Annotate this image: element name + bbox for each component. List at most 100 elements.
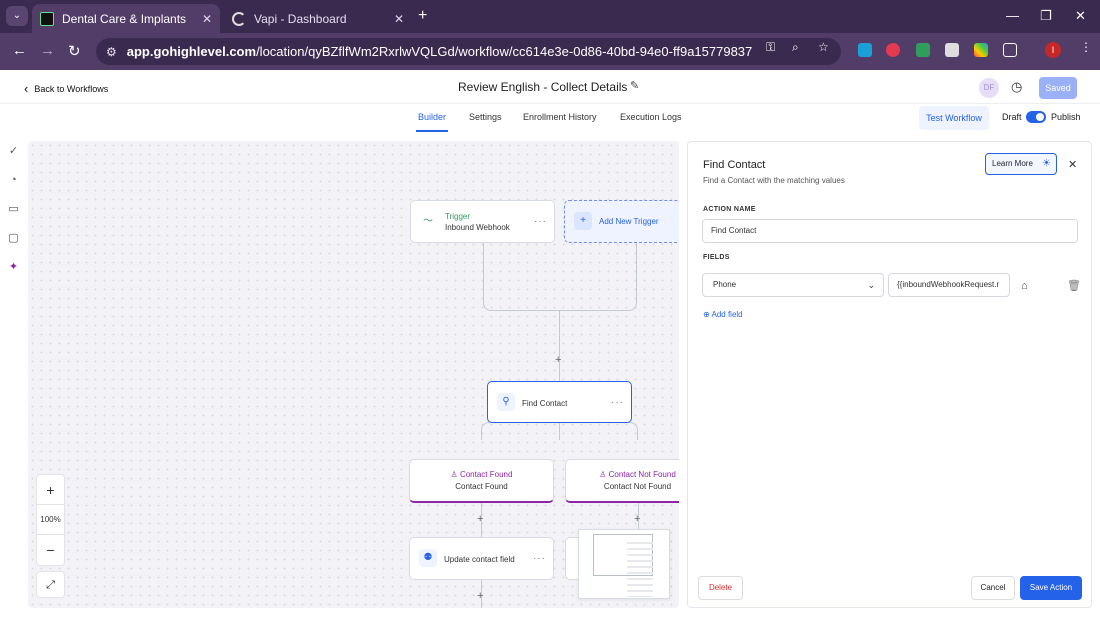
action-settings-panel: Find Contact Find a Contact with the mat… (687, 141, 1092, 608)
restore-icon[interactable]: ❐ (1040, 8, 1052, 24)
delete-button[interactable]: Delete (698, 576, 743, 600)
site-favicon-icon (40, 11, 54, 26)
branch-user-icon: ♙ (599, 470, 607, 479)
draft-label: Draft (1002, 112, 1022, 122)
tab-close-icon[interactable]: ✕ (202, 12, 212, 26)
profile-avatar[interactable]: I (1045, 42, 1061, 58)
back-arrow-icon[interactable]: ← (12, 42, 27, 59)
pie-chart-icon[interactable]: ◔ (7, 174, 20, 187)
chevron-left-icon: ‹ (24, 81, 29, 96)
save-action-button[interactable]: Save Action (1020, 576, 1082, 600)
workflow-header: ‹ Back to Workflows Review English - Col… (0, 70, 1100, 104)
trash-icon[interactable]: 🗑 (1067, 279, 1081, 292)
chrome-menu-icon[interactable]: ⋮ (1080, 40, 1092, 54)
check-circle-icon[interactable]: ✓ (7, 145, 20, 158)
extension-icon[interactable] (916, 43, 930, 57)
tab-builder[interactable]: Builder (415, 112, 449, 132)
branch-user-icon: ♙ (450, 470, 458, 479)
tab-search-chevron-icon[interactable]: ⌄ (6, 6, 28, 26)
minimap[interactable] (578, 529, 670, 599)
webhook-icon: 〜 (423, 216, 433, 227)
action-name-input[interactable]: Find Contact (702, 219, 1078, 243)
tab-title: Vapi - Dashboard (254, 11, 347, 26)
back-label: Back to Workflows (34, 83, 109, 94)
add-trigger-node[interactable]: + Add New Trigger (564, 200, 679, 243)
branch-contact-found[interactable]: ♙ Contact Found Contact Found (409, 459, 554, 503)
reload-icon[interactable]: ↻ (68, 42, 81, 60)
password-key-icon[interactable]: ⚿ (766, 40, 775, 55)
add-field-label: Add field (711, 310, 743, 319)
branch-title-text: Contact Not Found (608, 470, 676, 479)
trigger-node[interactable]: 〜 Trigger Inbound Webhook ··· (410, 200, 555, 243)
test-workflow-button[interactable]: Test Workflow (919, 106, 989, 130)
branch-title-text: Contact Found (459, 470, 513, 479)
browser-tab-bar: ⌄ Dental Care & Implants ✕ Vapi - Dashbo… (0, 0, 1100, 33)
saved-button[interactable]: Saved (1039, 77, 1077, 99)
edit-title-pencil-icon[interactable]: ✎ (630, 79, 639, 92)
tab-execution-logs[interactable]: Execution Logs (620, 112, 682, 122)
user-avatar[interactable]: DF (979, 78, 999, 98)
trigger-subtitle: Inbound Webhook (445, 223, 510, 232)
add-step-plus-icon[interactable]: + (634, 513, 640, 525)
close-icon[interactable]: ✕ (1068, 158, 1077, 171)
contact-edit-icon: ⚉ (419, 549, 437, 567)
more-options-icon[interactable]: ··· (534, 216, 547, 227)
version-history-icon[interactable]: ◷ (1011, 79, 1022, 95)
browser-tab-active[interactable]: Dental Care & Implants ✕ (32, 4, 220, 33)
custom-value-tag-icon[interactable]: ⌂ (1021, 280, 1028, 292)
site-info-icon[interactable]: ⚙ (106, 45, 117, 59)
add-field-link[interactable]: ⊕ Add field (703, 310, 743, 319)
zoom-out-icon[interactable]: − (37, 535, 64, 565)
publish-toggle[interactable] (1026, 111, 1046, 123)
branch-title: ♙ Contact Not Found (566, 470, 679, 479)
cancel-button[interactable]: Cancel (971, 576, 1015, 600)
action-name-label: ACTION NAME (703, 206, 756, 213)
update-contact-label: Update contact field (444, 555, 515, 564)
tab-close-icon[interactable]: ✕ (394, 12, 404, 26)
find-contact-node[interactable]: ⚲ Find Contact ··· (487, 381, 632, 423)
branch-subtitle: Contact Not Found (603, 482, 672, 491)
more-options-icon[interactable]: ··· (611, 397, 624, 408)
learn-more-label: Learn More (992, 159, 1033, 168)
url-input[interactable]: ⚙ app.gohighlevel.com/location/qyBZflfWm… (96, 38, 841, 65)
ai-sparkle-icon[interactable]: ✦ (7, 261, 20, 274)
update-contact-node[interactable]: ⚉ Update contact field ··· (409, 537, 554, 580)
connector-line (559, 422, 560, 440)
fit-view-expand-icon[interactable]: ⤢ (36, 571, 65, 598)
add-step-plus-icon[interactable]: + (555, 354, 561, 366)
zoom-icon[interactable]: ⌕ (792, 40, 799, 55)
branch-subtitle: Contact Found (455, 482, 508, 491)
extensions-puzzle-icon[interactable] (1003, 43, 1017, 57)
zoom-in-icon[interactable]: + (37, 475, 64, 505)
extension-icon[interactable] (886, 43, 900, 57)
field-select-value: Phone (713, 280, 737, 289)
plus-icon: + (574, 212, 592, 230)
tab-enrollment-history[interactable]: Enrollment History (523, 112, 597, 122)
camera-extension-icon[interactable] (945, 43, 959, 57)
workflow-canvas[interactable]: 〜 Trigger Inbound Webhook ··· + Add New … (28, 141, 679, 608)
browser-tab[interactable]: Vapi - Dashboard ✕ (224, 4, 412, 33)
field-select[interactable]: Phone ⌄ (702, 273, 884, 297)
more-options-icon[interactable]: ··· (533, 553, 546, 564)
minimize-icon[interactable]: — (1006, 8, 1019, 23)
field-value-input[interactable]: {{inboundWebhookRequest.r (888, 273, 1010, 297)
vimeo-extension-icon[interactable] (858, 43, 872, 57)
note-icon[interactable]: ▢ (7, 232, 20, 245)
branch-title: ♙ Contact Found (410, 470, 553, 479)
tab-settings[interactable]: Settings (469, 112, 502, 122)
comment-icon[interactable]: ▭ (7, 203, 20, 216)
new-tab-icon[interactable]: + (418, 7, 427, 25)
branch-contact-not-found[interactable]: ♙ Contact Not Found Contact Not Found (565, 459, 679, 503)
window-close-icon[interactable]: ✕ (1075, 8, 1086, 24)
chevron-down-icon: ⌄ (867, 280, 875, 290)
panel-title: Find Contact (703, 159, 766, 171)
add-step-plus-icon[interactable]: + (477, 513, 483, 525)
bookmark-star-icon[interactable]: ☆ (818, 40, 829, 54)
extension-icon[interactable] (974, 43, 988, 57)
add-step-plus-icon[interactable]: + (477, 590, 483, 602)
forward-arrow-icon[interactable]: → (40, 42, 55, 59)
learn-more-button[interactable]: Learn More ☀ (985, 153, 1057, 175)
back-to-workflows-link[interactable]: ‹ Back to Workflows (24, 81, 108, 96)
lightbulb-icon: ☀ (1042, 158, 1051, 169)
publish-label: Publish (1051, 112, 1081, 122)
